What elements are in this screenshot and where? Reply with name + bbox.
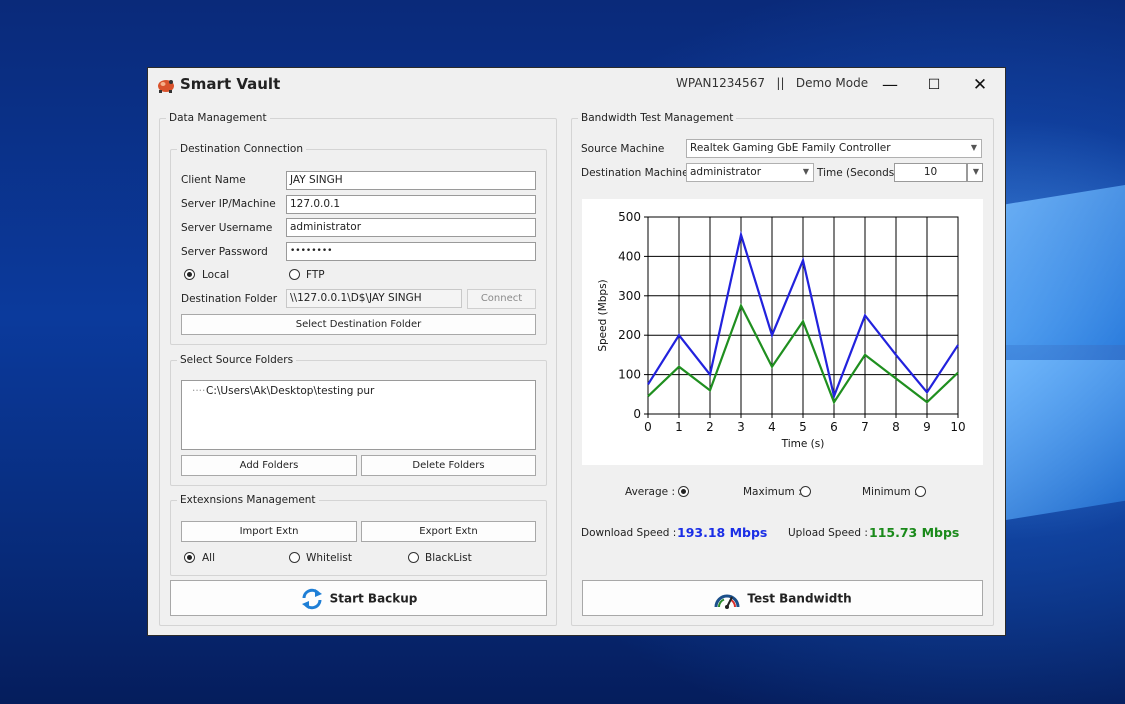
extensions-legend: Extexnsions Management (180, 494, 316, 506)
start-backup-label: Start Backup (329, 591, 418, 606)
all-radio-label: All (202, 552, 216, 564)
destination-folder-field: \\127.0.0.1\D$\JAY SINGH (286, 289, 462, 308)
time-seconds-value: 10 (923, 166, 938, 178)
bandwidth-chart: 0 1 2 3 4 5 6 7 8 9 100100200300400500Time (s)Spee… (597, 210, 966, 450)
import-extn-button[interactable]: Import Extn (181, 521, 357, 542)
x-tick-label: 8 (892, 420, 900, 434)
x-axis-label: Time (s) (781, 438, 825, 450)
y-tick-label: 100 (618, 368, 641, 382)
wallpaper-pane (1006, 185, 1125, 345)
source-machine-value: Realtek Gaming GbE Family Controller (690, 142, 891, 154)
x-tick-label: 2 (706, 420, 714, 434)
whitelist-radio-label: Whitelist (306, 552, 352, 564)
x-tick-label: 7 (861, 420, 869, 434)
source-folder-item[interactable]: C:\Users\Ak\Desktop\testing pur (206, 385, 374, 397)
x-tick-label: 1 (675, 420, 683, 434)
select-destination-folder-button[interactable]: Select Destination Folder (181, 314, 536, 335)
minimum-label: Minimum : (862, 486, 918, 498)
bandwidth-legend: Bandwidth Test Management (581, 112, 734, 124)
wallpaper-pane (1006, 360, 1125, 520)
local-radio-label: Local (202, 269, 230, 281)
local-radio[interactable] (184, 269, 195, 280)
bandwidth-chart-area: 0 1 2 3 4 5 6 7 8 9 10 0 100 200 300 400 500 Time (s) Spee… (582, 199, 983, 465)
whitelist-radio[interactable] (289, 552, 300, 563)
server-username-field[interactable]: administrator (286, 218, 536, 237)
x-tick-label: 3 (737, 420, 745, 434)
destination-machine-value: administrator (690, 166, 762, 178)
server-username-label: Server Username (181, 222, 273, 234)
smart-vault-window: Smart Vault WPAN1234567 || Demo Mode — ☐… (147, 67, 1006, 636)
x-tick-label: 10 (950, 420, 965, 434)
chevron-down-icon: ▼ (972, 167, 979, 176)
destination-folder-label: Destination Folder (181, 293, 278, 305)
client-name-label: Client Name (181, 174, 246, 186)
client-name-field[interactable]: JAY SINGH (286, 171, 536, 190)
close-button[interactable]: ✕ (960, 72, 1000, 98)
add-folders-button[interactable]: Add Folders (181, 455, 357, 476)
upload-speed-label: Upload Speed : (788, 527, 868, 539)
destination-machine-combo[interactable]: administrator ▼ (686, 163, 814, 182)
all-radio[interactable] (184, 552, 195, 563)
tree-connector: ···· (192, 385, 206, 397)
minimize-button[interactable]: — (870, 72, 910, 98)
server-ip-label: Server IP/Machine (181, 198, 276, 210)
data-management-legend: Data Management (169, 112, 267, 124)
maximize-button[interactable]: ☐ (914, 72, 954, 98)
source-machine-label: Source Machine (581, 143, 665, 155)
app-logo-icon (158, 80, 174, 93)
source-machine-combo[interactable]: Realtek Gaming GbE Family Controller ▼ (686, 139, 982, 158)
maximum-radio[interactable] (800, 486, 811, 497)
app-title: Smart Vault (180, 75, 281, 93)
server-password-field[interactable]: •••••••• (286, 242, 536, 261)
export-extn-button[interactable]: Export Extn (361, 521, 536, 542)
download-speed-value: 193.18 Mbps (677, 525, 768, 540)
start-backup-button[interactable]: Start Backup (170, 580, 547, 616)
test-bandwidth-label: Test Bandwidth (747, 591, 852, 606)
chevron-down-icon: ▼ (970, 143, 977, 152)
blacklist-radio[interactable] (408, 552, 419, 563)
x-tick-label: 6 (830, 420, 838, 434)
y-tick-label: 300 (618, 289, 641, 303)
source-folder-tree[interactable]: ···· C:\Users\Ak\Desktop\testing pur (181, 380, 536, 450)
download-speed-label: Download Speed : (581, 527, 677, 539)
average-label: Average : (625, 486, 675, 498)
y-tick-label: 400 (618, 249, 641, 263)
x-tick-label: 5 (799, 420, 807, 434)
title-bar: Smart Vault WPAN1234567 || Demo Mode — ☐… (148, 68, 1005, 102)
source-folders-legend: Select Source Folders (180, 354, 294, 366)
test-bandwidth-button[interactable]: Test Bandwidth (582, 580, 983, 616)
connect-button[interactable]: Connect (467, 289, 536, 309)
delete-folders-button[interactable]: Delete Folders (361, 455, 536, 476)
y-axis-label: Speed (Mbps) (597, 279, 609, 351)
ftp-radio-label: FTP (306, 269, 325, 281)
average-radio[interactable] (678, 486, 689, 497)
x-tick-label: 0 (644, 420, 652, 434)
y-tick-label: 200 (618, 328, 641, 342)
y-tick-label: 500 (618, 210, 641, 224)
time-seconds-dropdown[interactable]: ▼ (967, 163, 983, 182)
destination-machine-label: Destination Machine (581, 167, 689, 179)
y-tick-label: 0 (633, 407, 641, 421)
destination-connection-legend: Destination Connection (180, 143, 304, 155)
blacklist-radio-label: BlackList (425, 552, 472, 564)
ftp-radio[interactable] (289, 269, 300, 280)
x-tick-label: 9 (923, 420, 931, 434)
x-tick-label: 4 (768, 420, 776, 434)
time-seconds-field[interactable]: 10 (894, 163, 967, 182)
upload-speed-value: 115.73 Mbps (869, 525, 960, 540)
server-ip-field[interactable]: 127.0.0.1 (286, 195, 536, 214)
chevron-down-icon: ▼ (802, 167, 809, 176)
minimum-radio[interactable] (915, 486, 926, 497)
sync-icon (301, 588, 322, 609)
server-password-label: Server Password (181, 246, 268, 258)
time-seconds-label: Time (Seconds) (817, 167, 899, 179)
maximum-label: Maximum : (743, 486, 802, 498)
license-info: WPAN1234567 || Demo Mode (676, 76, 869, 90)
speedometer-icon (714, 594, 740, 609)
